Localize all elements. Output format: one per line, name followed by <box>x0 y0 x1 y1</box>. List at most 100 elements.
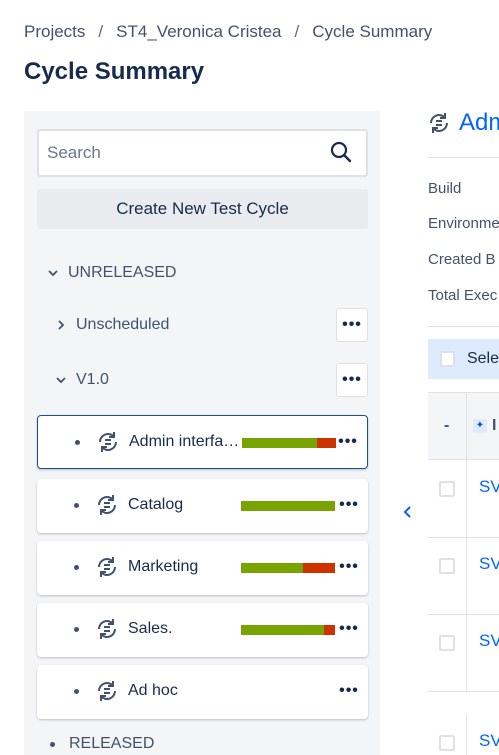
divider <box>428 326 499 327</box>
select-all-label: Sele <box>466 350 499 367</box>
table-row[interactable]: SV <box>428 715 499 755</box>
column-divider <box>466 393 467 461</box>
column-divider <box>466 538 467 614</box>
test-cycle-icon <box>98 619 116 639</box>
field-build-label: Build <box>428 180 462 197</box>
cycle-card[interactable]: Ad hoc ••• <box>37 665 368 719</box>
page-title: Cycle Summary <box>24 58 205 85</box>
group-released-label: RELEASED <box>69 735 155 752</box>
collapse-sidebar-icon[interactable] <box>400 503 416 521</box>
breadcrumb-current[interactable]: Cycle Summary <box>312 22 432 41</box>
bullet-icon <box>50 741 55 747</box>
folder-more-button[interactable]: ••• <box>336 308 368 342</box>
group-released[interactable]: RELEASED <box>46 735 154 753</box>
table-header: - ✦ I <box>428 392 499 461</box>
column-header: I <box>492 417 497 434</box>
breadcrumb-separator: / <box>98 22 104 41</box>
divider <box>428 157 499 158</box>
field-total-executions-label: Total Exec <box>428 287 498 304</box>
more-icon: ••• <box>339 496 359 513</box>
execution-key-link[interactable]: SV <box>479 477 499 497</box>
progress-fail-segment <box>317 438 336 448</box>
more-icon: ••• <box>339 682 359 699</box>
more-icon: ••• <box>342 371 362 388</box>
breadcrumb-project[interactable]: ST4_Veronica Cristea <box>116 22 281 41</box>
execution-key-link[interactable]: SV <box>479 554 499 574</box>
cycle-card[interactable]: Marketing ••• <box>37 541 368 595</box>
cycle-more-button[interactable]: ••• <box>336 614 362 644</box>
cycle-title: Adm <box>427 109 499 137</box>
cycle-card[interactable]: Admin interfa… ••• <box>37 415 368 469</box>
progress-fail-segment <box>303 563 335 573</box>
bullet-icon <box>74 565 79 570</box>
table-row[interactable]: SV <box>428 461 499 538</box>
test-cycle-icon <box>430 113 448 133</box>
cycle-name: Ad hoc <box>128 682 178 699</box>
cycle-more-button[interactable]: ••• <box>336 676 362 706</box>
more-icon: ••• <box>339 558 359 575</box>
cycle-more-button[interactable]: ••• <box>336 490 362 520</box>
execution-key-link[interactable]: SV <box>479 631 499 651</box>
search-box <box>37 129 368 177</box>
progress-pass-segment <box>241 563 304 573</box>
group-unreleased-label: UNRELEASED <box>68 264 177 281</box>
cycle-name: Marketing <box>128 558 199 575</box>
search-icon[interactable] <box>330 141 352 163</box>
cycle-more-button[interactable]: ••• <box>336 552 362 582</box>
cycle-title-text: Adm <box>459 109 499 136</box>
cycle-more-button[interactable]: ••• <box>335 427 361 457</box>
more-icon: ••• <box>338 433 358 450</box>
progress-fail-segment <box>323 625 335 635</box>
chevron-down-icon <box>56 377 66 384</box>
column-divider <box>466 461 467 537</box>
execution-progress-bar <box>241 625 335 635</box>
group-unreleased[interactable]: UNRELEASED <box>46 264 176 282</box>
field-environment-label: Environme <box>428 215 499 232</box>
breadcrumb: Projects / ST4_Veronica Cristea / Cycle Summ… <box>24 22 432 42</box>
table-row[interactable]: SV <box>428 538 499 615</box>
breadcrumb-separator: / <box>294 22 300 41</box>
pin-icon[interactable]: ✦ <box>473 419 487 433</box>
execution-progress-bar <box>241 563 335 573</box>
breadcrumb-projects[interactable]: Projects <box>24 22 85 41</box>
column-dash: - <box>444 417 450 434</box>
more-icon: ••• <box>339 620 359 637</box>
folder-unscheduled-label: Unscheduled <box>76 316 170 333</box>
cycle-card[interactable]: Catalog ••• <box>37 479 368 533</box>
test-cycle-icon <box>99 432 117 452</box>
create-test-cycle-button[interactable]: Create New Test Cycle <box>37 189 368 229</box>
bullet-icon <box>74 627 79 632</box>
test-cycle-icon <box>98 495 116 515</box>
row-checkbox[interactable] <box>439 558 455 574</box>
bullet-icon <box>75 440 80 445</box>
column-divider <box>466 715 467 755</box>
field-created-by-label: Created B <box>428 251 496 268</box>
bullet-icon <box>74 503 79 508</box>
cycle-sidebar: Create New Test Cycle UNRELEASED Unsched… <box>24 111 380 755</box>
progress-pass-segment <box>242 438 318 448</box>
column-divider <box>466 615 467 691</box>
execution-progress-bar <box>241 501 335 511</box>
cycle-name: Sales. <box>128 620 173 637</box>
cycle-card[interactable]: Sales. ••• <box>37 603 368 657</box>
progress-pass-segment <box>241 501 335 511</box>
chevron-right-icon <box>58 320 65 330</box>
more-icon: ••• <box>342 316 362 333</box>
folder-v1-0-label: V1.0 <box>76 371 109 388</box>
row-checkbox[interactable] <box>439 735 455 751</box>
progress-pass-segment <box>241 625 324 635</box>
test-cycle-icon <box>98 681 116 701</box>
folder-more-button[interactable]: ••• <box>336 363 368 397</box>
select-all-checkbox[interactable] <box>440 351 455 367</box>
test-cycle-icon <box>98 557 116 577</box>
folder-unscheduled[interactable]: Unscheduled ••• <box>54 308 368 342</box>
bullet-icon <box>74 689 79 694</box>
search-input[interactable] <box>39 131 319 175</box>
row-checkbox[interactable] <box>439 481 455 497</box>
row-checkbox[interactable] <box>439 635 455 651</box>
table-row[interactable]: SV <box>428 615 499 692</box>
execution-key-link[interactable]: SV <box>479 731 499 751</box>
select-all-bar: Sele <box>428 339 499 379</box>
folder-v1-0[interactable]: V1.0 ••• <box>54 363 368 397</box>
cycle-name: Admin interfa… <box>129 433 240 450</box>
